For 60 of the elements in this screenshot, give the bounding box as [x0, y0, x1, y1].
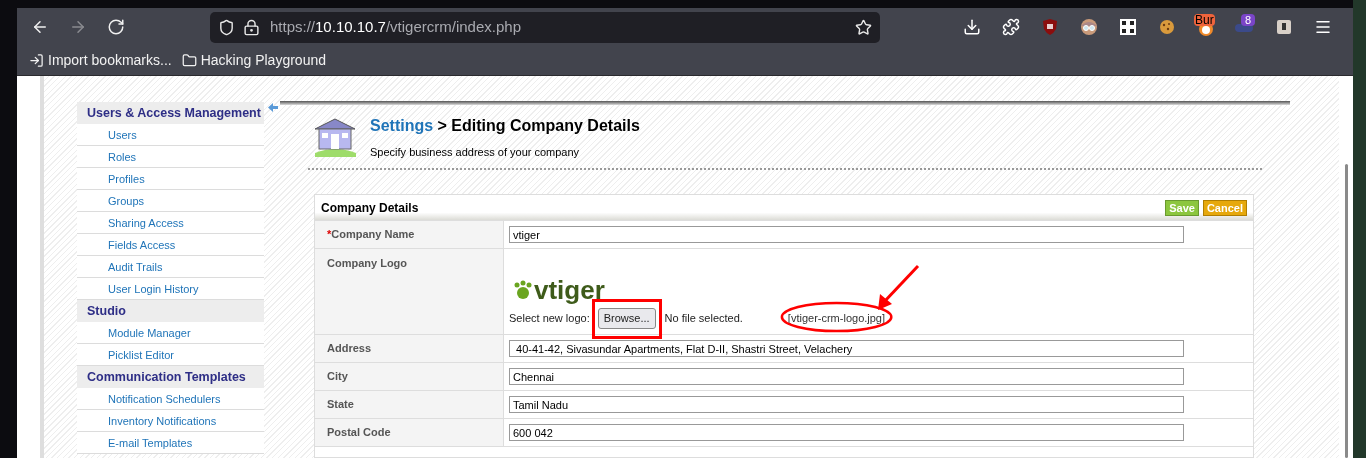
back-icon — [31, 18, 49, 36]
sidebar-link[interactable]: Users — [77, 124, 264, 146]
current-logo-filename: [vtiger-crm-logo.jpg] — [787, 312, 886, 325]
shield-icon — [218, 18, 235, 36]
puzzle-icon — [1002, 18, 1020, 36]
sidebar-link[interactable]: Roles — [77, 146, 264, 168]
reload-icon — [107, 18, 125, 36]
text-field[interactable]: 600 042 — [509, 424, 1184, 441]
bookmark-item[interactable]: Hacking Playground — [181, 50, 326, 71]
field-label: Postal Code — [315, 419, 504, 446]
glasses-face-icon — [1080, 18, 1098, 36]
shield-icon — [1042, 18, 1058, 36]
text-field[interactable]: Chennai — [509, 368, 1184, 385]
collapse-arrow-icon[interactable] — [268, 103, 278, 112]
sidebar-section-header: Studio — [77, 300, 264, 322]
qr-code-icon — [1120, 19, 1136, 35]
cookie-icon — [1159, 19, 1175, 35]
php-extension-button[interactable]: 8 — [1227, 11, 1263, 43]
text-field[interactable]: Tamil Nadu — [509, 396, 1184, 413]
sidebar-link[interactable]: E-mail Templates — [77, 432, 264, 454]
forward-icon — [69, 18, 87, 36]
menu-icon — [1314, 18, 1332, 36]
page-subtitle: Specify business address of your company — [370, 144, 581, 160]
box-icon — [1277, 20, 1291, 34]
bookmark-item[interactable]: Import bookmarks... — [29, 50, 172, 71]
download-icon — [963, 18, 981, 36]
address-bar[interactable]: https://10.10.10.7/vtigercrm/index.php — [210, 11, 880, 43]
text-field[interactable]: 40-41-42, Sivasundar Apartments, Flat D-II, Shastri Street, Velachery — [509, 340, 1184, 357]
sidebar-link[interactable]: Picklist Editor — [77, 344, 264, 366]
field-label: City — [315, 363, 504, 390]
burp-extension-button[interactable]: Bur — [1188, 11, 1224, 43]
extension-badge: Bur — [1194, 14, 1215, 26]
sidebar-link[interactable]: Profiles — [77, 168, 264, 190]
url-text: https://10.10.10.7/vtigercrm/index.php — [270, 16, 521, 37]
file-status: No file selected. — [664, 311, 743, 327]
sidebar-link[interactable]: Sharing Access — [77, 212, 264, 234]
field-label: Company Logo — [315, 249, 504, 334]
sidebar-link[interactable]: Module Manager — [77, 322, 264, 344]
select-logo-label: Select new logo: — [509, 311, 590, 327]
settings-link[interactable]: Settings — [370, 116, 434, 134]
field-label: State — [315, 391, 504, 418]
bookmark-star-icon[interactable] — [855, 18, 872, 36]
sidebar-link[interactable]: Audit Trails — [77, 256, 264, 278]
sidebar-section-header: Users & Access Management — [77, 102, 264, 124]
count-badge: 8 — [1241, 14, 1256, 26]
form-title: Company Details — [321, 199, 419, 217]
text-field[interactable]: vtiger — [509, 226, 1184, 243]
sidebar-link[interactable]: User Login History — [77, 278, 264, 300]
page-title: > Editing Company Details — [437, 116, 640, 134]
browse-button[interactable]: Browse... — [597, 308, 656, 329]
sidebar-link[interactable]: Fields Access — [77, 234, 264, 256]
sidebar-link[interactable]: Notification Schedulers — [77, 388, 264, 410]
folder-icon — [181, 53, 197, 68]
lock-icon — [243, 18, 260, 36]
field-label: *Company Name — [315, 221, 504, 248]
import-icon — [29, 53, 44, 68]
field-label: Address — [315, 335, 504, 362]
sidebar-section-header: Communication Templates — [77, 366, 264, 388]
sidebar-link[interactable]: Groups — [77, 190, 264, 212]
sidebar-link[interactable]: Inventory Notifications — [77, 410, 264, 432]
